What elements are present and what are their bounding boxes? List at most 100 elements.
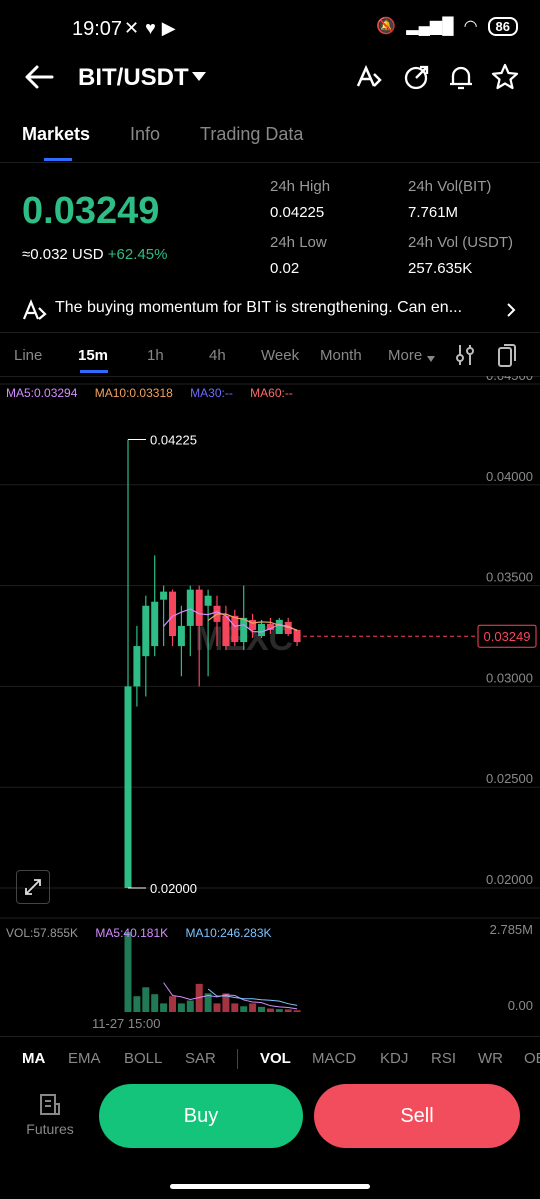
volume-bar (133, 996, 141, 1012)
vol-base-label: 24h Vol(BIT) (408, 178, 492, 195)
candle-body (160, 591, 168, 600)
candle-body (169, 591, 176, 636)
vol-base-value: 7.761M (408, 204, 459, 221)
indicator-obv[interactable]: OBV (524, 1050, 540, 1067)
indicator-settings-icon[interactable] (454, 343, 476, 367)
last-price: 0.03249 (22, 190, 160, 232)
ai-assistant-icon[interactable] (354, 62, 384, 92)
indicator-kdj[interactable]: KDJ (380, 1050, 408, 1067)
interval-month[interactable]: Month (320, 347, 362, 364)
interval-more[interactable]: More (388, 347, 422, 364)
ma10-legend: MA10:0.03318 (94, 386, 173, 400)
x-axis-tick-label: 11-27 15:00 (92, 1016, 160, 1031)
candle-body (231, 615, 239, 643)
y-axis-tick-label: 0.03000 (486, 670, 533, 685)
chart-mode-icon[interactable] (496, 342, 518, 368)
y-axis-tick-label: 0.04000 (486, 469, 533, 484)
indicator-divider (237, 1049, 238, 1069)
vol-ma10-legend: MA10:246.283K (185, 926, 272, 940)
high-marker-label: 0.04225 (150, 432, 197, 447)
status-bar: 19:07 ✕♥▶ 🔕 ▂▄▆█ ◠ 86 (0, 0, 540, 60)
candle-body (240, 617, 248, 643)
indicator-macd[interactable]: MACD (312, 1050, 356, 1067)
vol-ma5-legend: MA5:40.181K (95, 926, 169, 940)
interval-line[interactable]: Line (14, 347, 42, 364)
interval-week[interactable]: Week (261, 347, 299, 364)
more-caret-icon[interactable] (427, 356, 435, 362)
alert-bell-icon[interactable] (446, 62, 476, 92)
vol-quote-label: 24h Vol (USDT) (408, 234, 514, 251)
candle-body (258, 623, 265, 636)
back-arrow-icon[interactable] (22, 60, 56, 94)
candle-body (195, 589, 203, 626)
status-time: 19:07 (72, 18, 123, 40)
last-price-tag-label: 0.03249 (484, 629, 531, 644)
candle-body (142, 605, 150, 657)
active-tab-indicator (44, 158, 72, 161)
notification-icons: ✕♥▶ (124, 18, 182, 39)
candle-body (133, 646, 141, 687)
ma60-legend: MA60:-- (250, 386, 293, 400)
candle-body (249, 619, 257, 630)
header: BIT/USDT (0, 58, 540, 98)
page-tabs: Markets Info Trading Data (0, 118, 540, 163)
y-axis-tick-label: 0.02000 (486, 872, 533, 887)
volume-bar (240, 1006, 248, 1012)
indicator-vol[interactable]: VOL (260, 1050, 291, 1067)
indicator-wr[interactable]: WR (478, 1050, 503, 1067)
bottom-action-bar: Futures Buy Sell (0, 1082, 540, 1162)
volume-axis-zero: 0.00 (508, 998, 533, 1013)
wifi-icon: ◠ (463, 18, 478, 35)
fullscreen-button[interactable] (16, 870, 50, 904)
volume-bar (213, 1003, 221, 1012)
favorite-star-icon[interactable] (490, 62, 520, 92)
indicator-boll[interactable]: BOLL (124, 1050, 162, 1067)
pair-title[interactable]: BIT/USDT (78, 64, 189, 92)
volume-ma10-line (207, 988, 298, 1006)
mute-icon: 🔕 (376, 18, 397, 35)
battery-icon: 86 (487, 16, 518, 36)
active-interval-indicator (80, 370, 108, 373)
chevron-right-icon[interactable] (504, 301, 518, 319)
heart-icon: ♥ (145, 18, 162, 38)
vol-quote-value: 257.635K (408, 260, 473, 277)
y-axis-tick-label: 0.03500 (486, 570, 533, 585)
indicator-ema[interactable]: EMA (68, 1050, 101, 1067)
candle-body (186, 589, 194, 626)
volume-bar (266, 1008, 274, 1012)
candle-body (177, 625, 185, 647)
volume-bar (186, 1000, 194, 1012)
indicator-sar[interactable]: SAR (185, 1050, 216, 1067)
volume-bar (293, 1010, 301, 1012)
volume-axis-max: 2.785M (490, 922, 533, 937)
ai-insight-icon (22, 299, 47, 320)
tab-markets[interactable]: Markets (22, 124, 90, 145)
vol-legend: VOL:57.855K (6, 926, 79, 940)
indicator-ma[interactable]: MA (22, 1050, 45, 1067)
candle-body (124, 686, 132, 888)
tab-trading-data[interactable]: Trading Data (200, 124, 303, 145)
interval-15m[interactable]: 15m (78, 347, 108, 364)
usd-equivalent: ≈0.032 USD +62.45% (22, 246, 167, 263)
x-app-icon: ✕ (124, 18, 146, 38)
sell-button[interactable]: Sell (314, 1084, 520, 1148)
indicator-rsi[interactable]: RSI (431, 1050, 456, 1067)
volume-bar (124, 932, 132, 1012)
volume-legend: VOL:57.855K MA5:40.181K MA10:246.283K (6, 926, 286, 940)
home-indicator (170, 1184, 370, 1189)
futures-button[interactable]: Futures (22, 1092, 78, 1137)
low-marker-label: 0.02000 (150, 881, 197, 896)
banner-text: The buying momentum for BIT is strengthe… (55, 299, 463, 316)
buy-button[interactable]: Buy (99, 1084, 303, 1148)
interval-4h[interactable]: 4h (209, 347, 226, 364)
momentum-banner[interactable]: The buying momentum for BIT is strengthe… (0, 288, 540, 333)
expand-icon (25, 879, 41, 895)
ma5-legend: MA5:0.03294 (6, 386, 78, 400)
interval-1h[interactable]: 1h (147, 347, 164, 364)
pair-dropdown-caret-icon[interactable] (192, 72, 206, 81)
high-label: 24h High (270, 178, 331, 195)
share-icon[interactable] (402, 62, 432, 92)
volume-bar (142, 987, 150, 1012)
y-axis-tick-label: 0.02500 (486, 771, 533, 786)
tab-info[interactable]: Info (130, 124, 160, 145)
